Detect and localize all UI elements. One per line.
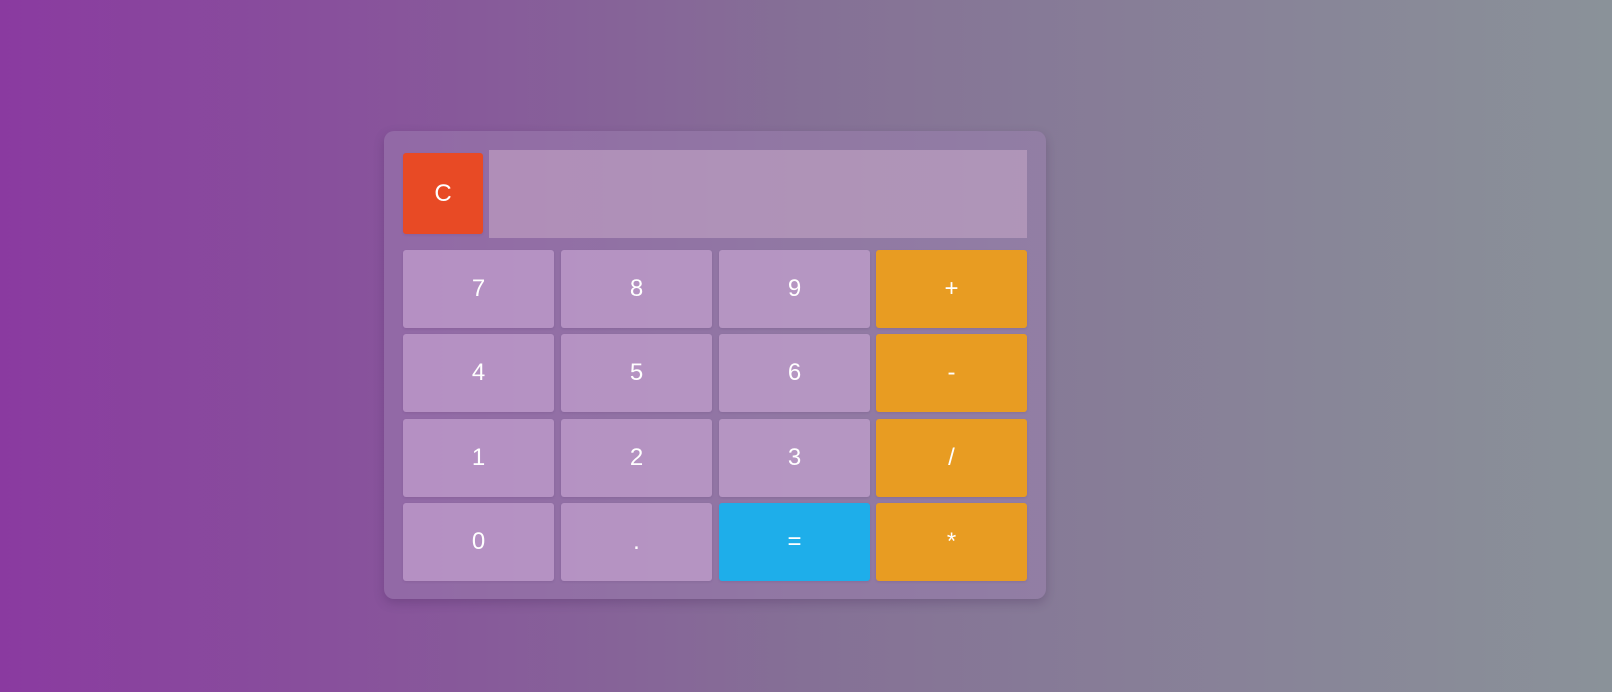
- decimal-point-button[interactable]: .: [561, 503, 712, 581]
- key-9-button[interactable]: 9: [719, 250, 870, 328]
- key-0-button[interactable]: 0: [403, 503, 554, 581]
- key-3-button[interactable]: 3: [719, 419, 870, 497]
- divide-button[interactable]: /: [876, 419, 1027, 497]
- calculator-top-row: C: [403, 150, 1027, 238]
- calculator-keypad: 7 8 9 + 4 5 6 - 1 2 3 / 0 . = *: [403, 250, 1027, 581]
- clear-button[interactable]: C: [403, 153, 483, 234]
- multiply-button[interactable]: *: [876, 503, 1027, 581]
- calculator: C 7 8 9 + 4 5 6 - 1 2 3 / 0 . = *: [384, 131, 1046, 599]
- key-4-button[interactable]: 4: [403, 334, 554, 412]
- key-2-button[interactable]: 2: [561, 419, 712, 497]
- key-6-button[interactable]: 6: [719, 334, 870, 412]
- key-7-button[interactable]: 7: [403, 250, 554, 328]
- calculator-display: [489, 150, 1027, 238]
- key-5-button[interactable]: 5: [561, 334, 712, 412]
- key-1-button[interactable]: 1: [403, 419, 554, 497]
- key-8-button[interactable]: 8: [561, 250, 712, 328]
- equals-button[interactable]: =: [719, 503, 870, 581]
- subtract-button[interactable]: -: [876, 334, 1027, 412]
- add-button[interactable]: +: [876, 250, 1027, 328]
